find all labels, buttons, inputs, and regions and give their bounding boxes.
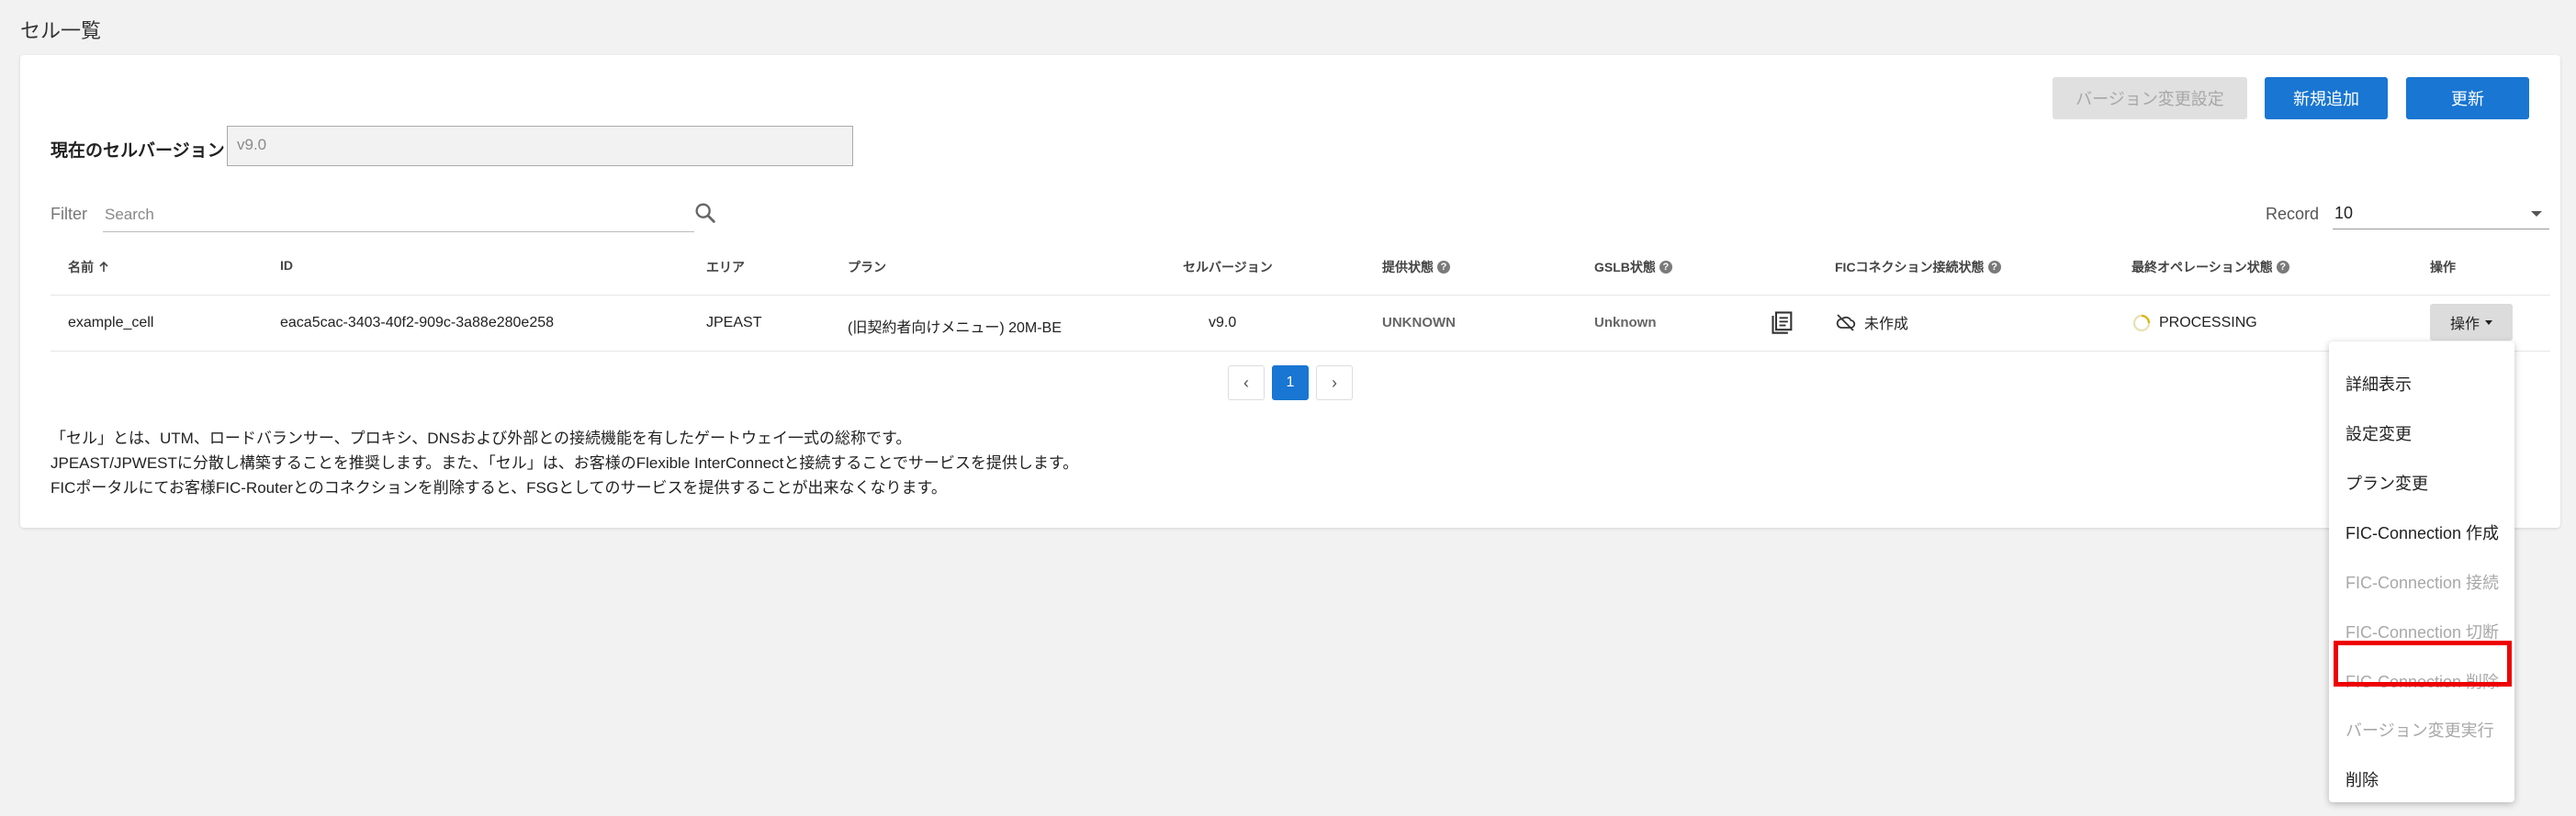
spinner-icon (2132, 314, 2151, 332)
filter-label: Filter (51, 205, 87, 223)
operations-dropdown-button[interactable]: 操作 (2430, 304, 2513, 341)
gslb-status: Unknown (1594, 315, 1657, 330)
menu-item-version-change: バージョン変更実行 (2345, 721, 2494, 740)
log-list-icon[interactable] (1770, 309, 1795, 335)
record-label: Record (2266, 205, 2320, 223)
help-icon[interactable]: ? (2276, 261, 2289, 274)
current-version-label: 現在のセルバージョン (51, 141, 225, 161)
row-divider (51, 351, 2550, 352)
column-header-last-op-status: 最終オペレーション状態? (2132, 258, 2289, 276)
menu-item-fic-create[interactable]: FIC-Connection 作成 (2329, 509, 2514, 556)
search-icon[interactable] (692, 200, 718, 226)
description-line-2: JPEAST/JPWESTに分散し構築することを推奨します。また、「セル」は、お… (51, 454, 1079, 472)
help-icon[interactable]: ? (1987, 261, 2001, 274)
menu-item-settings-change[interactable]: 設定変更 (2329, 409, 2514, 457)
highlight-box (2334, 641, 2512, 687)
column-header-fic-status: FICコネクション接続状態? (1835, 258, 2001, 276)
help-icon[interactable]: ? (1437, 261, 1450, 274)
column-header-cell-version: セルバージョン (1183, 260, 1273, 274)
menu-item-plan-change[interactable]: プラン変更 (2329, 459, 2514, 507)
pagination-page-1[interactable]: 1 (1272, 365, 1309, 400)
fic-status: 未作成 (1835, 311, 1908, 333)
menu-item-detail[interactable]: 詳細表示 (2329, 360, 2514, 408)
header-divider (51, 295, 2550, 296)
column-header-area: エリア (706, 260, 745, 274)
cell-plan: (旧契約者向けメニュー) 20M-BE (848, 320, 1062, 336)
operations-menu: 詳細表示 設定変更 プラン変更 FIC-Connection 作成 FIC-Co… (2329, 341, 2514, 802)
refresh-button[interactable]: 更新 (2406, 77, 2529, 119)
search-input[interactable] (103, 198, 694, 232)
record-select[interactable]: 10 (2333, 198, 2549, 229)
pagination-next-button[interactable]: › (1316, 365, 1353, 400)
pagination-prev-button[interactable]: ‹ (1228, 365, 1265, 400)
cell-area: JPEAST (706, 315, 762, 330)
caret-down-icon (2485, 319, 2492, 325)
last-op-status: PROCESSING (2132, 313, 2257, 333)
add-new-button[interactable]: 新規追加 (2265, 77, 2388, 119)
current-version-field: v9.0 (227, 126, 853, 166)
column-header-gslb-status: GSLB状態? (1594, 258, 1672, 276)
record-value: 10 (2334, 204, 2354, 222)
menu-item-delete[interactable]: 削除 (2329, 755, 2514, 803)
cell-name: example_cell (68, 315, 154, 330)
chevron-down-icon (2531, 211, 2542, 217)
column-header-provide-status: 提供状態? (1382, 258, 1450, 276)
column-header-name[interactable]: 名前 (68, 258, 110, 276)
cell-version: v9.0 (1209, 315, 1237, 330)
help-icon[interactable]: ? (1659, 261, 1672, 274)
column-header-ops: 操作 (2430, 260, 2456, 274)
sort-ascending-icon (99, 261, 108, 272)
cell-id: eaca5cac-3403-40f2-909c-3a88e280e258 (280, 315, 555, 330)
description-line-1: 「セル」とは、UTM、ロードバランサー、プロキシ、DNSおよび外部との接続機能を… (51, 430, 912, 447)
cell-list-card: バージョン変更設定 新規追加 更新 現在のセルバージョン v9.0 Filter… (20, 55, 2560, 528)
menu-item-fic-connect: FIC-Connection 接続 (2345, 574, 2500, 592)
column-header-plan: プラン (848, 260, 886, 274)
provide-status: UNKNOWN (1382, 315, 1456, 330)
description-line-3: FICポータルにてお客様FIC-Routerとのコネクションを削除すると、FSG… (51, 479, 947, 497)
version-setting-button[interactable]: バージョン変更設定 (2053, 77, 2247, 119)
cloud-off-icon (1836, 314, 1856, 331)
column-header-id: ID (280, 258, 293, 273)
page-title: セル一覧 (20, 19, 102, 42)
